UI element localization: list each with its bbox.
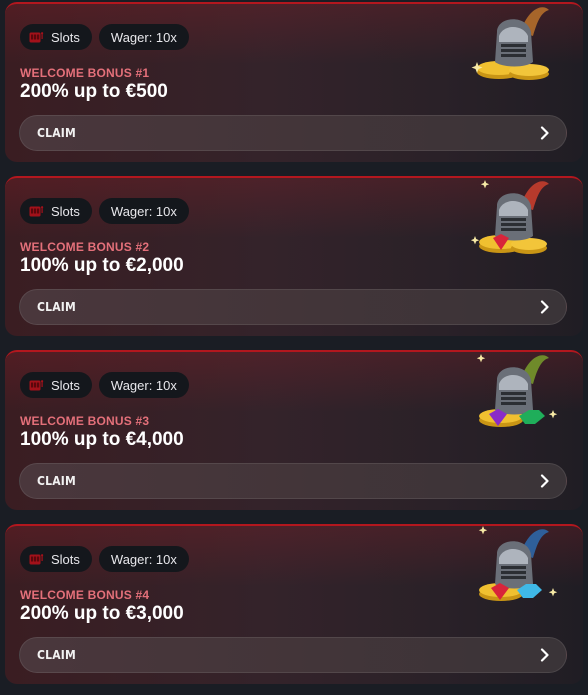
bonus-tags: Slots Wager: 10x — [20, 198, 189, 224]
bonus-card-4: Slots Wager: 10x WELCOME BONUS #4 200% u… — [5, 524, 583, 684]
claim-button[interactable]: CLAIM — [19, 289, 567, 325]
bonus-card-3: Slots Wager: 10x WELCOME BONUS #3 100% u… — [5, 350, 583, 510]
bonus-label: WELCOME BONUS #1 — [20, 66, 150, 80]
bonus-tags: Slots Wager: 10x — [20, 24, 189, 50]
knight-helmet-coins-icon — [471, 180, 549, 254]
slot-machine-icon — [29, 31, 44, 42]
claim-button[interactable]: CLAIM — [19, 637, 567, 673]
slot-machine-icon — [29, 205, 44, 216]
knight-helmet-coins-icon — [478, 526, 558, 601]
bonus-list: Slots Wager: 10x WELCOME BONUS #1 200% u… — [0, 0, 588, 695]
slot-machine-icon — [29, 379, 44, 390]
category-tag-label: Slots — [51, 377, 80, 393]
bonus-tags: Slots Wager: 10x — [20, 372, 189, 398]
chevron-right-icon — [540, 126, 549, 140]
knight-helmet-coins-icon — [471, 7, 549, 80]
wager-tag: Wager: 10x — [98, 546, 189, 572]
category-tag: Slots — [20, 372, 92, 398]
bonus-card-2: Slots Wager: 10x WELCOME BONUS #2 100% u… — [5, 176, 583, 336]
bonus-amount: 100% up to €2,000 — [20, 255, 184, 276]
chevron-right-icon — [540, 474, 549, 488]
bonus-label: WELCOME BONUS #2 — [20, 240, 150, 254]
category-tag-label: Slots — [51, 203, 80, 219]
bonus-amount: 200% up to €3,000 — [20, 603, 184, 624]
wager-tag-label: Wager: 10x — [110, 203, 177, 219]
slot-machine-icon — [29, 553, 44, 564]
claim-button[interactable]: CLAIM — [19, 463, 567, 499]
bonus-amount: 100% up to €4,000 — [20, 429, 184, 450]
wager-tag: Wager: 10x — [98, 24, 189, 50]
bonus-amount: 200% up to €500 — [20, 81, 168, 102]
claim-button-label: CLAIM — [37, 300, 76, 314]
knight-helmet-coins-icon — [476, 354, 558, 427]
claim-button[interactable]: CLAIM — [19, 115, 567, 151]
wager-tag-label: Wager: 10x — [110, 29, 177, 45]
bonus-card-1: Slots Wager: 10x WELCOME BONUS #1 200% u… — [5, 2, 583, 162]
category-tag-label: Slots — [51, 29, 80, 45]
category-tag-label: Slots — [51, 551, 80, 567]
claim-button-label: CLAIM — [37, 648, 76, 662]
chevron-right-icon — [540, 648, 549, 662]
bonus-label: WELCOME BONUS #4 — [20, 588, 150, 602]
category-tag: Slots — [20, 546, 92, 572]
category-tag: Slots — [20, 24, 92, 50]
claim-button-label: CLAIM — [37, 126, 76, 140]
bonus-label: WELCOME BONUS #3 — [20, 414, 150, 428]
wager-tag: Wager: 10x — [98, 198, 189, 224]
wager-tag-label: Wager: 10x — [110, 551, 177, 567]
chevron-right-icon — [540, 300, 549, 314]
category-tag: Slots — [20, 198, 92, 224]
wager-tag-label: Wager: 10x — [110, 377, 177, 393]
wager-tag: Wager: 10x — [98, 372, 189, 398]
claim-button-label: CLAIM — [37, 474, 76, 488]
bonus-tags: Slots Wager: 10x — [20, 546, 189, 572]
